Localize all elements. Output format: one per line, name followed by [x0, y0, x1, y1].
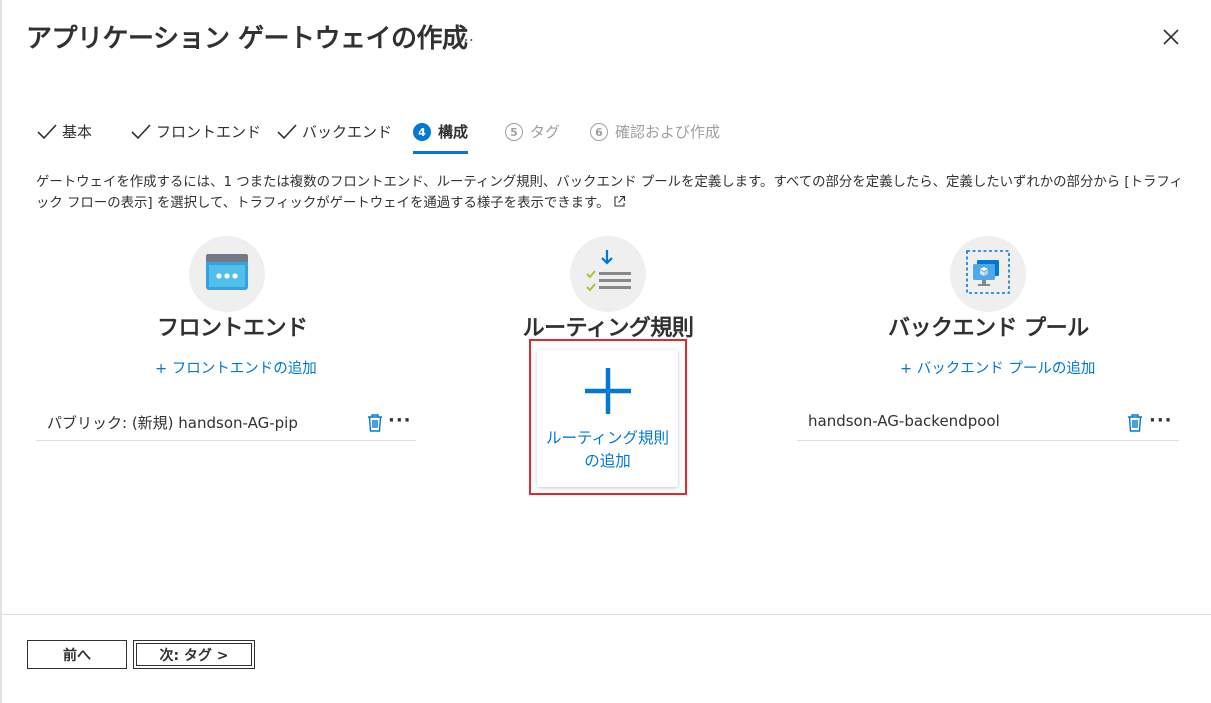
step-number: 5 — [505, 123, 523, 141]
page-title: アプリケーション ゲートウェイの作成 — [26, 24, 468, 54]
routing-rules-icon — [570, 236, 646, 312]
description-text: ゲートウェイを作成するには、1 つまたは複数のフロントエンド、ルーティング規則、… — [36, 172, 1191, 214]
step-number: 6 — [590, 123, 608, 141]
tab-review-create[interactable]: 6 確認および作成 — [590, 121, 720, 155]
tab-label: バックエンド — [302, 123, 393, 141]
list-item[interactable]: handson-AG-backendpool ··· — [797, 404, 1179, 441]
external-link-icon[interactable] — [613, 195, 626, 208]
add-frontend-link[interactable]: + フロントエンドの追加 — [155, 357, 317, 378]
more-options-button[interactable]: ··· — [388, 410, 412, 431]
add-backend-pool-link[interactable]: + バックエンド プールの追加 — [900, 357, 1095, 378]
breadcrumb — [0, 0, 420, 2]
close-icon[interactable] — [1158, 24, 1184, 50]
tab-label: フロントエンド — [156, 123, 262, 141]
add-routing-rule-label: ルーティング規則 の追加 — [537, 427, 678, 473]
next-button[interactable]: 次: タグ > — [133, 640, 255, 669]
tab-tags[interactable]: 5 タグ — [505, 121, 560, 155]
routing-rules-title: ルーティング規則 — [522, 316, 694, 341]
backend-pool-icon — [950, 236, 1026, 312]
more-options-button[interactable]: ··· — [1149, 410, 1173, 431]
backend-item-name: handson-AG-backendpool — [808, 412, 1000, 430]
active-tab-indicator — [413, 151, 469, 154]
more-options-button[interactable]: … — [458, 26, 475, 45]
left-border — [0, 0, 2, 703]
checkmark-icon — [277, 124, 297, 140]
checkmark-icon — [37, 124, 57, 140]
frontend-icon — [189, 236, 265, 312]
add-routing-rule-button[interactable]: ルーティング規則 の追加 — [537, 350, 678, 487]
tab-label: 構成 — [438, 123, 469, 141]
tab-frontend[interactable]: フロントエンド — [130, 121, 261, 155]
add-routing-rule-label-line2: の追加 — [584, 452, 631, 470]
delete-icon[interactable] — [366, 413, 384, 433]
tab-label: 基本 — [62, 123, 93, 141]
tab-basics[interactable]: 基本 — [36, 121, 92, 155]
frontend-title: フロントエンド — [157, 316, 308, 341]
step-number: 4 — [413, 123, 431, 141]
delete-icon[interactable] — [1126, 413, 1144, 433]
checkmark-icon — [131, 124, 151, 140]
list-item[interactable]: パブリック: (新規) handson-AG-pip ··· — [36, 404, 416, 441]
frontend-item-name: パブリック: (新規) handson-AG-pip — [47, 414, 298, 432]
plus-icon — [585, 368, 631, 414]
description-body: ゲートウェイを作成するには、1 つまたは複数のフロントエンド、ルーティング規則、… — [36, 175, 1183, 211]
backend-pool-title: バックエンド プール — [888, 316, 1089, 341]
tab-backend[interactable]: バックエンド — [276, 121, 392, 155]
add-routing-rule-label-line1: ルーティング規則 — [545, 429, 670, 447]
tab-configuration[interactable]: 4 構成 — [413, 121, 469, 155]
footer-divider — [0, 614, 1211, 615]
tab-label: 確認および作成 — [615, 123, 721, 141]
tab-label: タグ — [530, 123, 561, 141]
previous-button[interactable]: 前へ — [27, 640, 127, 669]
